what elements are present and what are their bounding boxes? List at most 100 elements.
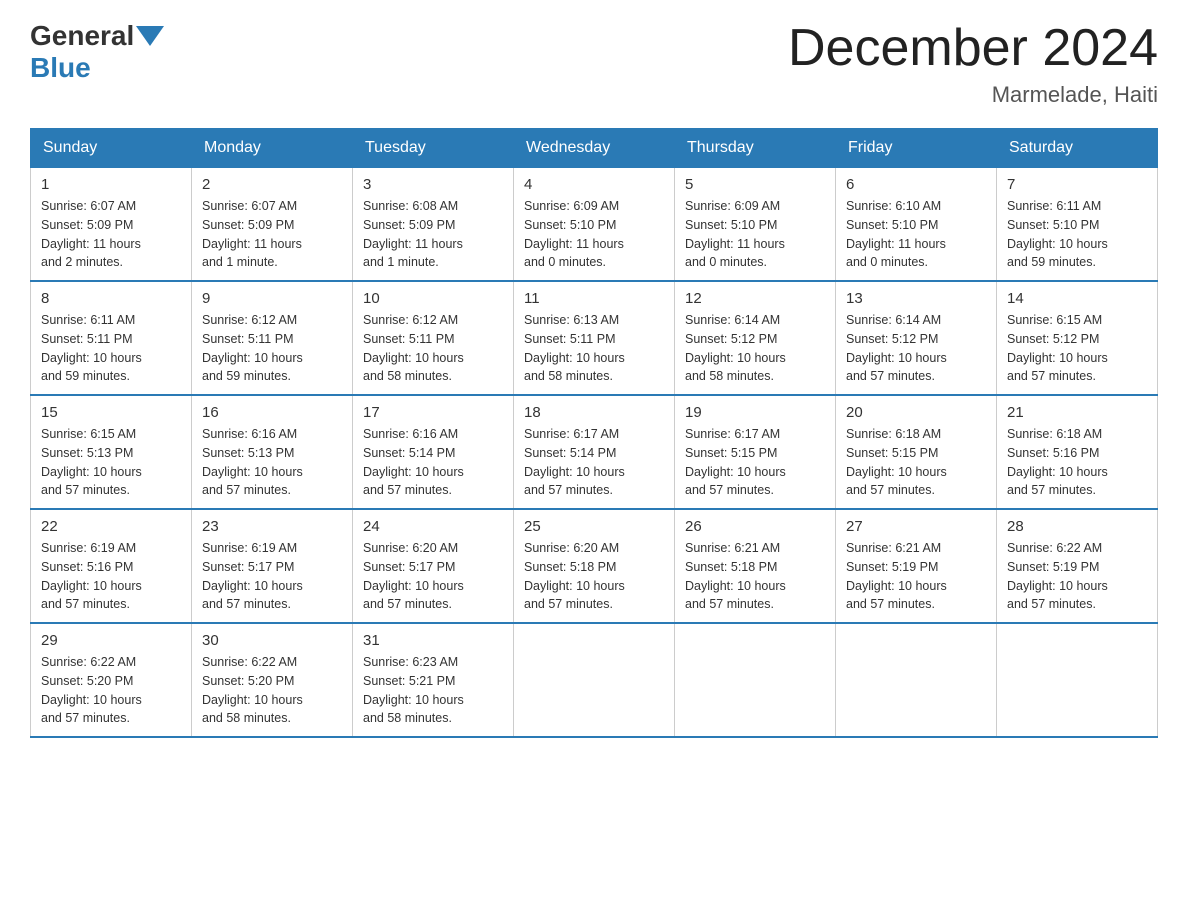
day-number: 25 <box>524 518 664 535</box>
day-number: 4 <box>524 176 664 193</box>
day-info: Sunrise: 6:14 AM Sunset: 5:12 PM Dayligh… <box>685 311 825 386</box>
day-number: 8 <box>41 290 181 307</box>
calendar-cell: 20 Sunrise: 6:18 AM Sunset: 5:15 PM Dayli… <box>836 395 997 509</box>
day-info: Sunrise: 6:19 AM Sunset: 5:16 PM Dayligh… <box>41 539 181 614</box>
calendar-cell: 14 Sunrise: 6:15 AM Sunset: 5:12 PM Dayli… <box>997 281 1158 395</box>
calendar-week-5: 29Sunrise: 6:22 AM Sunset: 5:20 PM Dayli… <box>31 623 1158 737</box>
day-number: 17 <box>363 404 503 421</box>
day-info: Sunrise: 6:16 AM Sunset: 5:13 PM Dayligh… <box>202 425 342 500</box>
calendar-cell: 26Sunrise: 6:21 AM Sunset: 5:18 PM Dayli… <box>675 509 836 623</box>
day-number: 20 <box>846 404 986 421</box>
calendar-cell: 8 Sunrise: 6:11 AM Sunset: 5:11 PM Daylig… <box>31 281 192 395</box>
title-section: December 2024 Marmelade, Haiti <box>788 20 1158 108</box>
day-info: Sunrise: 6:12 AM Sunset: 5:11 PM Dayligh… <box>363 311 503 386</box>
calendar-cell: 24 Sunrise: 6:20 AM Sunset: 5:17 PM Dayli… <box>353 509 514 623</box>
day-info: Sunrise: 6:13 AM Sunset: 5:11 PM Dayligh… <box>524 311 664 386</box>
day-info: Sunrise: 6:22 AM Sunset: 5:19 PM Dayligh… <box>1007 539 1147 614</box>
calendar-cell: 12 Sunrise: 6:14 AM Sunset: 5:12 PM Dayli… <box>675 281 836 395</box>
day-info: Sunrise: 6:18 AM Sunset: 5:15 PM Dayligh… <box>846 425 986 500</box>
day-number: 30 <box>202 632 342 649</box>
calendar-cell: 27 Sunrise: 6:21 AM Sunset: 5:19 PM Dayli… <box>836 509 997 623</box>
day-info: Sunrise: 6:09 AM Sunset: 5:10 PM Dayligh… <box>685 197 825 272</box>
column-header-saturday: Saturday <box>997 129 1158 168</box>
day-number: 1 <box>41 176 181 193</box>
day-info: Sunrise: 6:11 AM Sunset: 5:11 PM Dayligh… <box>41 311 181 386</box>
day-number: 31 <box>363 632 503 649</box>
day-info: Sunrise: 6:17 AM Sunset: 5:15 PM Dayligh… <box>685 425 825 500</box>
day-number: 11 <box>524 290 664 307</box>
logo-general-text: General <box>30 20 134 52</box>
day-number: 13 <box>846 290 986 307</box>
day-info: Sunrise: 6:18 AM Sunset: 5:16 PM Dayligh… <box>1007 425 1147 500</box>
day-info: Sunrise: 6:12 AM Sunset: 5:11 PM Dayligh… <box>202 311 342 386</box>
day-info: Sunrise: 6:21 AM Sunset: 5:18 PM Dayligh… <box>685 539 825 614</box>
day-number: 21 <box>1007 404 1147 421</box>
column-header-sunday: Sunday <box>31 129 192 168</box>
calendar-week-2: 8 Sunrise: 6:11 AM Sunset: 5:11 PM Daylig… <box>31 281 1158 395</box>
calendar-week-1: 1 Sunrise: 6:07 AM Sunset: 5:09 PM Daylig… <box>31 168 1158 282</box>
column-header-thursday: Thursday <box>675 129 836 168</box>
day-info: Sunrise: 6:14 AM Sunset: 5:12 PM Dayligh… <box>846 311 986 386</box>
day-number: 19 <box>685 404 825 421</box>
day-info: Sunrise: 6:07 AM Sunset: 5:09 PM Dayligh… <box>202 197 342 272</box>
calendar-cell: 28 Sunrise: 6:22 AM Sunset: 5:19 PM Dayli… <box>997 509 1158 623</box>
calendar-cell <box>997 623 1158 737</box>
day-info: Sunrise: 6:22 AM Sunset: 5:20 PM Dayligh… <box>41 653 181 728</box>
calendar-cell: 15Sunrise: 6:15 AM Sunset: 5:13 PM Dayli… <box>31 395 192 509</box>
day-number: 14 <box>1007 290 1147 307</box>
day-info: Sunrise: 6:20 AM Sunset: 5:17 PM Dayligh… <box>363 539 503 614</box>
column-header-tuesday: Tuesday <box>353 129 514 168</box>
calendar-cell <box>836 623 997 737</box>
calendar-cell: 30 Sunrise: 6:22 AM Sunset: 5:20 PM Dayli… <box>192 623 353 737</box>
day-info: Sunrise: 6:23 AM Sunset: 5:21 PM Dayligh… <box>363 653 503 728</box>
day-number: 2 <box>202 176 342 193</box>
day-info: Sunrise: 6:22 AM Sunset: 5:20 PM Dayligh… <box>202 653 342 728</box>
calendar-cell: 19 Sunrise: 6:17 AM Sunset: 5:15 PM Dayli… <box>675 395 836 509</box>
calendar-cell: 6 Sunrise: 6:10 AM Sunset: 5:10 PM Daylig… <box>836 168 997 282</box>
calendar-cell: 16 Sunrise: 6:16 AM Sunset: 5:13 PM Dayli… <box>192 395 353 509</box>
day-info: Sunrise: 6:11 AM Sunset: 5:10 PM Dayligh… <box>1007 197 1147 272</box>
day-info: Sunrise: 6:15 AM Sunset: 5:12 PM Dayligh… <box>1007 311 1147 386</box>
calendar-cell: 21 Sunrise: 6:18 AM Sunset: 5:16 PM Dayli… <box>997 395 1158 509</box>
calendar-cell: 4 Sunrise: 6:09 AM Sunset: 5:10 PM Daylig… <box>514 168 675 282</box>
day-number: 6 <box>846 176 986 193</box>
page-header: General Blue December 2024 Marmelade, Ha… <box>30 20 1158 108</box>
day-number: 9 <box>202 290 342 307</box>
day-info: Sunrise: 6:15 AM Sunset: 5:13 PM Dayligh… <box>41 425 181 500</box>
calendar-cell: 13 Sunrise: 6:14 AM Sunset: 5:12 PM Dayli… <box>836 281 997 395</box>
logo: General Blue <box>30 20 166 84</box>
day-number: 12 <box>685 290 825 307</box>
column-header-monday: Monday <box>192 129 353 168</box>
day-number: 10 <box>363 290 503 307</box>
day-info: Sunrise: 6:08 AM Sunset: 5:09 PM Dayligh… <box>363 197 503 272</box>
day-number: 7 <box>1007 176 1147 193</box>
calendar-cell: 23Sunrise: 6:19 AM Sunset: 5:17 PM Dayli… <box>192 509 353 623</box>
calendar-cell: 3Sunrise: 6:08 AM Sunset: 5:09 PM Daylig… <box>353 168 514 282</box>
day-number: 28 <box>1007 518 1147 535</box>
logo-triangle-icon <box>136 26 164 46</box>
calendar-cell: 9 Sunrise: 6:12 AM Sunset: 5:11 PM Daylig… <box>192 281 353 395</box>
day-info: Sunrise: 6:10 AM Sunset: 5:10 PM Dayligh… <box>846 197 986 272</box>
calendar-cell: 22Sunrise: 6:19 AM Sunset: 5:16 PM Dayli… <box>31 509 192 623</box>
column-header-wednesday: Wednesday <box>514 129 675 168</box>
calendar-cell: 25Sunrise: 6:20 AM Sunset: 5:18 PM Dayli… <box>514 509 675 623</box>
day-info: Sunrise: 6:07 AM Sunset: 5:09 PM Dayligh… <box>41 197 181 272</box>
day-info: Sunrise: 6:17 AM Sunset: 5:14 PM Dayligh… <box>524 425 664 500</box>
calendar-cell: 11 Sunrise: 6:13 AM Sunset: 5:11 PM Dayli… <box>514 281 675 395</box>
day-number: 16 <box>202 404 342 421</box>
calendar-cell: 29Sunrise: 6:22 AM Sunset: 5:20 PM Dayli… <box>31 623 192 737</box>
calendar-cell <box>675 623 836 737</box>
day-number: 24 <box>363 518 503 535</box>
calendar-cell: 10 Sunrise: 6:12 AM Sunset: 5:11 PM Dayli… <box>353 281 514 395</box>
day-info: Sunrise: 6:09 AM Sunset: 5:10 PM Dayligh… <box>524 197 664 272</box>
calendar-week-4: 22Sunrise: 6:19 AM Sunset: 5:16 PM Dayli… <box>31 509 1158 623</box>
calendar-cell: 2 Sunrise: 6:07 AM Sunset: 5:09 PM Daylig… <box>192 168 353 282</box>
calendar-week-3: 15Sunrise: 6:15 AM Sunset: 5:13 PM Dayli… <box>31 395 1158 509</box>
calendar-cell: 1 Sunrise: 6:07 AM Sunset: 5:09 PM Daylig… <box>31 168 192 282</box>
day-number: 18 <box>524 404 664 421</box>
day-info: Sunrise: 6:21 AM Sunset: 5:19 PM Dayligh… <box>846 539 986 614</box>
calendar-cell: 18 Sunrise: 6:17 AM Sunset: 5:14 PM Dayli… <box>514 395 675 509</box>
calendar-cell <box>514 623 675 737</box>
calendar-cell: 31 Sunrise: 6:23 AM Sunset: 5:21 PM Dayli… <box>353 623 514 737</box>
day-number: 27 <box>846 518 986 535</box>
